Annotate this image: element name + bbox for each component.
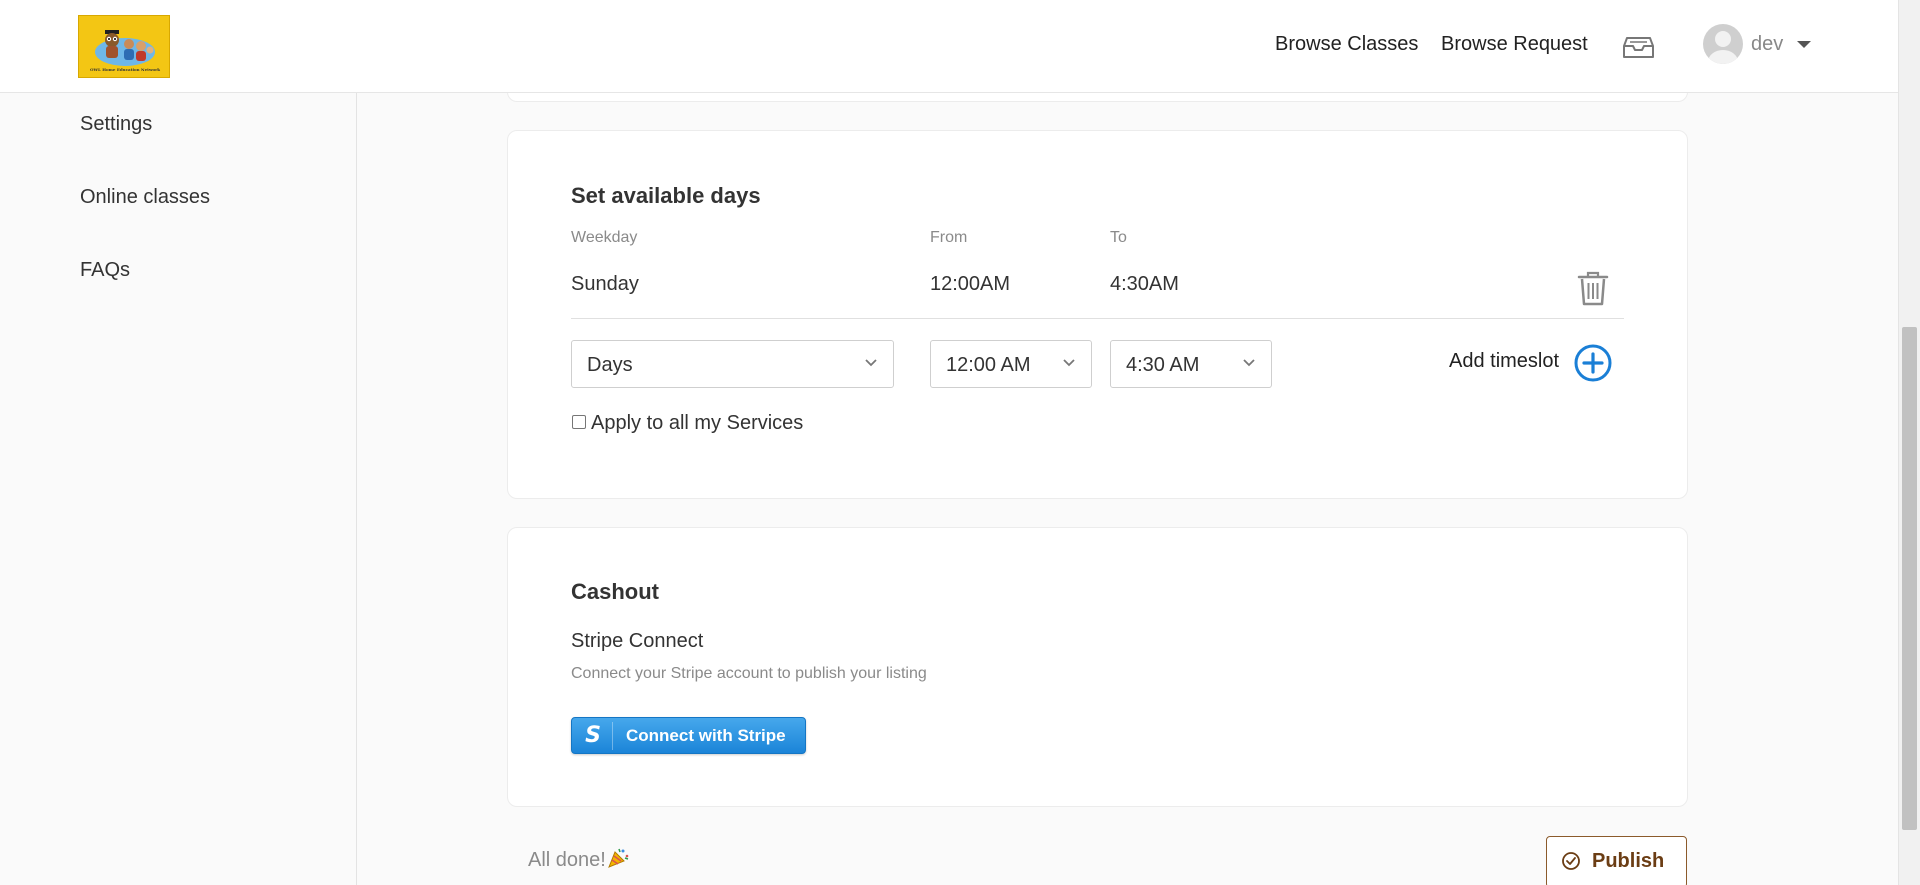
- stripe-button-divider: [612, 722, 613, 750]
- column-header-from: From: [930, 229, 968, 246]
- party-popper-icon: [608, 848, 629, 868]
- nav-browse-request[interactable]: Browse Request: [1441, 33, 1588, 56]
- logo-caption: OWL Home Education Network: [90, 67, 160, 72]
- site-logo[interactable]: OWL Home Education Network: [78, 15, 170, 78]
- all-done-status: All done!: [528, 849, 606, 871]
- scrollbar-thumb[interactable]: [1902, 327, 1917, 830]
- slot-weekday: Sunday: [571, 273, 639, 295]
- inbox-icon[interactable]: [1622, 32, 1655, 60]
- from-time-select-value: 12:00 AM: [946, 354, 1031, 376]
- page-scrollbar[interactable]: [1898, 0, 1920, 885]
- to-time-select-value: 4:30 AM: [1126, 354, 1200, 376]
- column-header-to: To: [1110, 229, 1127, 246]
- add-timeslot-label[interactable]: Add timeslot: [1449, 350, 1559, 373]
- check-circle-icon: [1562, 852, 1580, 870]
- delete-slot-trash-icon[interactable]: [1576, 269, 1610, 307]
- logo-owl-family-image: [95, 30, 155, 66]
- connect-with-stripe-label: Connect with Stripe: [626, 726, 786, 745]
- publish-button[interactable]: Publish: [1546, 836, 1687, 885]
- user-silhouette-icon: [1708, 31, 1738, 64]
- cashout-card: Cashout Stripe Connect Connect your Stri…: [507, 527, 1688, 807]
- apply-to-all-checkbox[interactable]: [572, 415, 586, 429]
- stripe-logo-icon: S: [585, 723, 601, 748]
- nav-browse-classes[interactable]: Browse Classes: [1275, 33, 1418, 56]
- user-name[interactable]: dev: [1751, 33, 1783, 56]
- from-time-select[interactable]: 12:00 AM: [930, 340, 1092, 388]
- to-time-select[interactable]: 4:30 AM: [1110, 340, 1272, 388]
- chevron-down-icon: [1243, 359, 1255, 367]
- sidebar-item-settings[interactable]: Settings: [80, 113, 152, 136]
- sidebar: Settings Online classes FAQs: [0, 93, 357, 885]
- chevron-down-icon: [865, 359, 877, 367]
- cashout-title: Cashout: [571, 579, 659, 604]
- sidebar-item-faqs[interactable]: FAQs: [80, 259, 130, 282]
- weekday-select-value: Days: [587, 354, 633, 376]
- slot-from-time: 12:00AM: [930, 273, 1011, 295]
- chevron-down-icon: [1063, 359, 1075, 367]
- available-days-card: Set available days Weekday From To Sunda…: [507, 130, 1688, 499]
- publish-label: Publish: [1592, 850, 1665, 872]
- stripe-connect-title: Stripe Connect: [571, 630, 704, 652]
- connect-with-stripe-button[interactable]: S Connect with Stripe: [571, 717, 806, 754]
- user-menu-caret-icon[interactable]: [1797, 41, 1811, 48]
- add-timeslot-plus-icon[interactable]: [1574, 344, 1612, 382]
- available-days-title: Set available days: [571, 183, 761, 208]
- column-header-weekday: Weekday: [571, 229, 638, 246]
- apply-to-all-label[interactable]: Apply to all my Services: [591, 412, 803, 435]
- slot-divider: [571, 318, 1624, 319]
- weekday-select[interactable]: Days: [571, 340, 894, 388]
- user-avatar[interactable]: [1703, 24, 1743, 64]
- stripe-connect-description: Connect your Stripe account to publish y…: [571, 665, 927, 682]
- slot-to-time: 4:30AM: [1110, 273, 1179, 295]
- top-navbar: OWL Home Education Network Browse Classe…: [0, 0, 1898, 93]
- sidebar-item-online-classes[interactable]: Online classes: [80, 186, 210, 209]
